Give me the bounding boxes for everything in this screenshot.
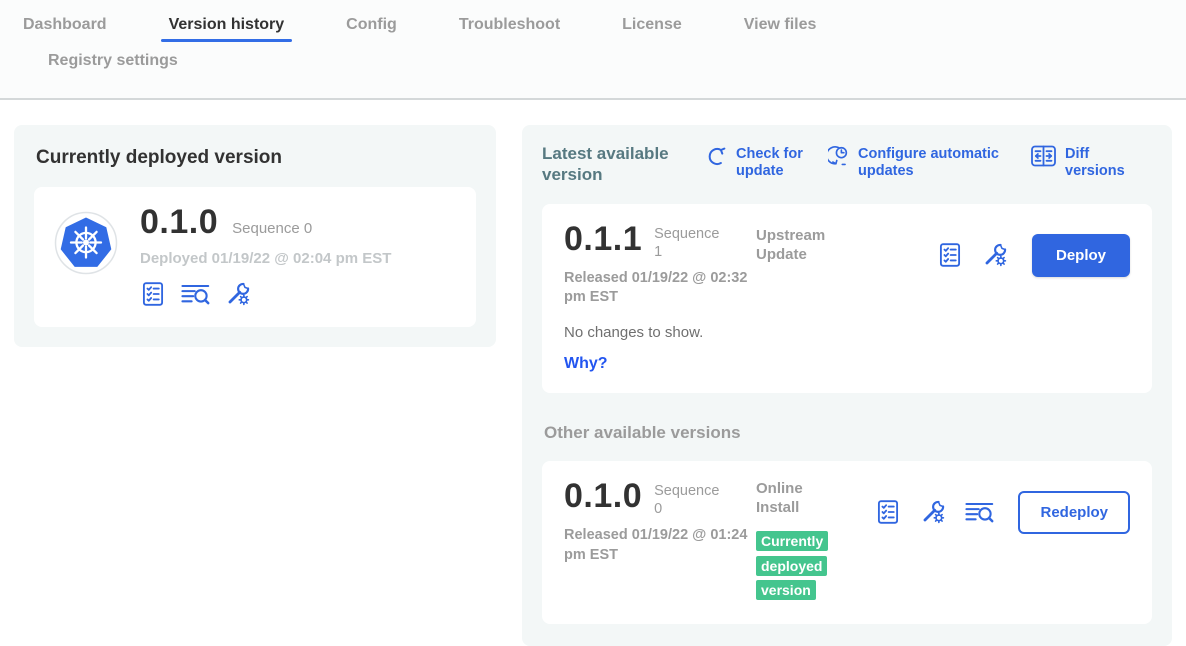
tab-dashboard[interactable]: Dashboard [23, 16, 107, 46]
main-content: Currently deployed version 0.1.0 Sequenc… [0, 100, 1186, 646]
why-link[interactable]: Why? [564, 355, 756, 373]
tab-license[interactable]: License [622, 16, 682, 46]
diff-icon [1030, 145, 1057, 167]
tab-config[interactable]: Config [346, 16, 397, 46]
deployed-version-number: 0.1.0 [140, 203, 218, 242]
latest-available-title: Latest available version [542, 143, 680, 186]
deploy-logs-icon[interactable] [180, 282, 211, 307]
deploy-logs-icon[interactable] [964, 500, 995, 525]
other-version-source: Online Install [756, 479, 848, 518]
nav-row-secondary: Registry settings [0, 46, 1186, 98]
deploy-button[interactable]: Deploy [1032, 234, 1130, 277]
refresh-icon [706, 145, 728, 167]
check-for-update-link[interactable]: Check for update [706, 146, 818, 181]
diff-versions-label: Diff versions [1065, 146, 1152, 181]
other-sequence-label: Sequence 0 [654, 479, 728, 518]
tab-registry-settings[interactable]: Registry settings [48, 52, 178, 82]
latest-released-timestamp: Released 01/19/22 @ 02:32 pm EST [564, 269, 752, 308]
preflight-checks-icon[interactable] [936, 242, 964, 268]
deployed-version-details: 0.1.0 Sequence 0 Deployed 01/19/22 @ 02:… [140, 203, 391, 307]
other-released-timestamp: Released 01/19/22 @ 01:24 pm EST [564, 526, 752, 565]
other-version-card: 0.1.0 Sequence 0 Released 01/19/22 @ 01:… [542, 461, 1152, 624]
deployed-sequence-label: Sequence 0 [232, 220, 312, 237]
config-wrench-icon[interactable] [919, 499, 947, 525]
preflight-checks-icon[interactable] [140, 281, 166, 307]
tab-troubleshoot[interactable]: Troubleshoot [459, 16, 560, 46]
kubernetes-logo-icon [54, 211, 118, 275]
no-changes-note: No changes to show. [564, 324, 756, 341]
nav-row-primary: Dashboard Version history Config Trouble… [0, 16, 1186, 46]
deployed-timestamp: Deployed 01/19/22 @ 02:04 pm EST [140, 250, 391, 267]
other-version-number: 0.1.0 [564, 479, 642, 518]
currently-deployed-title: Currently deployed version [36, 147, 476, 169]
version-history-panel: Latest available version Check for updat… [522, 125, 1172, 646]
currently-deployed-panel: Currently deployed version 0.1.0 Sequenc… [14, 125, 496, 347]
latest-version-number: 0.1.1 [564, 222, 642, 261]
latest-version-source: Upstream Update [756, 226, 848, 265]
tab-view-files[interactable]: View files [744, 16, 817, 46]
config-wrench-icon[interactable] [225, 281, 251, 307]
deployed-version-card: 0.1.0 Sequence 0 Deployed 01/19/22 @ 02:… [34, 187, 476, 327]
latest-version-card: 0.1.1 Sequence 1 Released 01/19/22 @ 02:… [542, 204, 1152, 393]
top-navigation: Dashboard Version history Config Trouble… [0, 0, 1186, 100]
preflight-checks-icon[interactable] [874, 499, 902, 525]
configure-automatic-updates-label: Configure automatic updates [858, 146, 1020, 181]
latest-sequence-label: Sequence 1 [654, 222, 728, 261]
diff-versions-link[interactable]: Diff versions [1030, 146, 1152, 181]
currently-deployed-badge: Currently deployed version [756, 531, 828, 601]
check-for-update-label: Check for update [736, 146, 818, 181]
tab-version-history[interactable]: Version history [169, 16, 285, 46]
schedule-update-icon [828, 145, 850, 167]
redeploy-button[interactable]: Redeploy [1018, 491, 1130, 534]
config-wrench-icon[interactable] [981, 242, 1009, 268]
configure-automatic-updates-link[interactable]: Configure automatic updates [828, 146, 1020, 181]
other-available-versions-title: Other available versions [544, 423, 1152, 443]
